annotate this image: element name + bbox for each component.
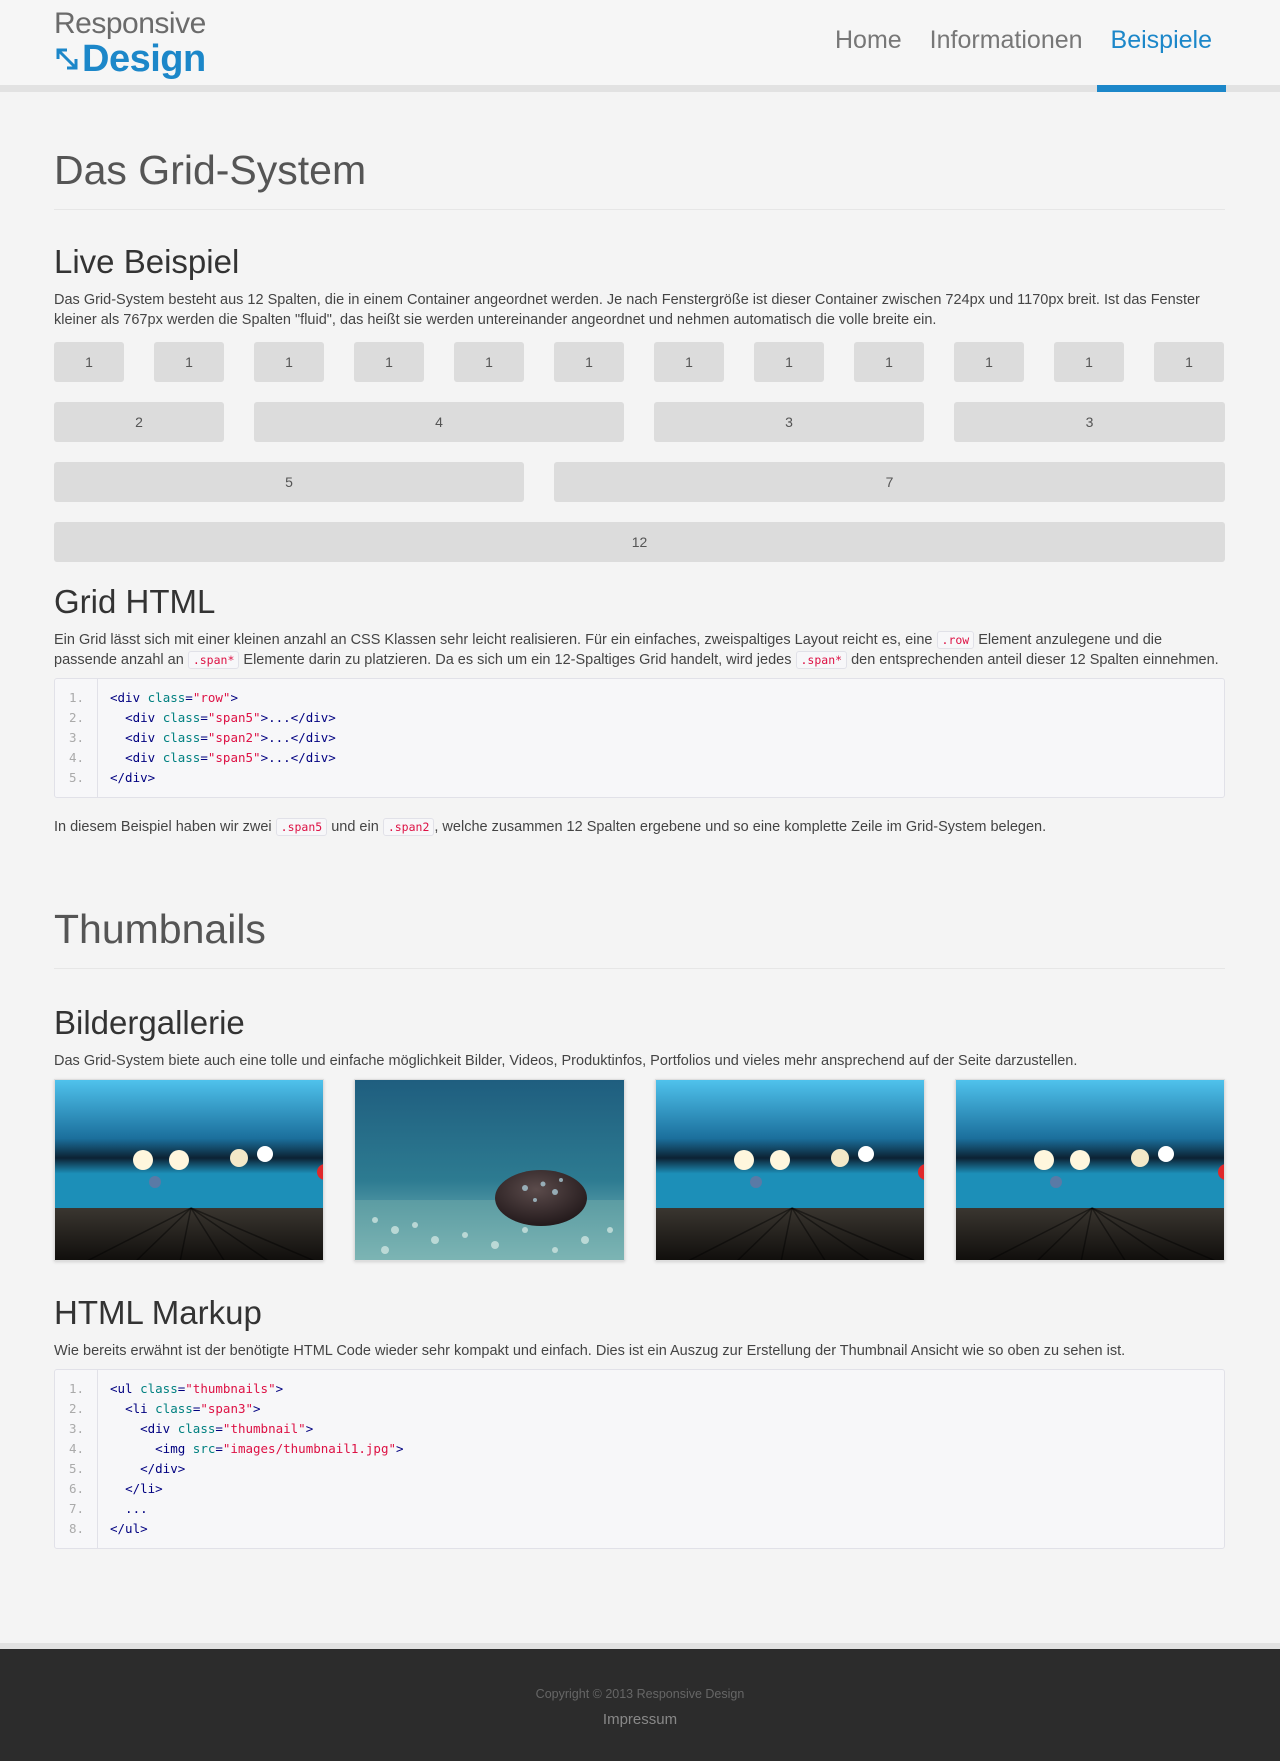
grid-cell: 1 (1154, 342, 1224, 382)
section-title-thumbnails: Thumbnails (54, 905, 1225, 970)
inline-code: .row (936, 630, 975, 649)
heading-bildergallerie: Bildergallerie (54, 1004, 245, 1041)
grid-row-2: 2 4 3 3 (54, 402, 1225, 442)
line-numbers: 1. 2. 3. 4. 5. 6. 7. 8. (55, 1369, 98, 1548)
grid-cell: 1 (854, 342, 924, 382)
gallery-description: Das Grid-System biete auch eine tolle un… (54, 1052, 1078, 1069)
grid-cell: 1 (454, 342, 524, 382)
grid-html-description: Ein Grid lässt sich mit einer kleinen an… (54, 630, 1219, 669)
inline-code: .span2 (382, 817, 435, 836)
logo-line-2: Design (82, 38, 206, 80)
thumbnails-section: Thumbnails (54, 905, 1225, 970)
grid-cell: 4 (254, 402, 624, 442)
grid-cell: 5 (54, 462, 524, 502)
grid-cell: 1 (954, 342, 1024, 382)
inline-code: .span* (187, 650, 240, 669)
code-block-thumbnails: 1. 2. 3. 4. 5. 6. 7. 8. <ul class="thumb… (54, 1368, 1225, 1549)
heading-live-beispiel: Live Beispiel (54, 243, 240, 280)
gallery-section: Bildergallerie Das Grid-System biete auc… (54, 1003, 1225, 1261)
grid-section: Das Grid-System (54, 146, 1225, 211)
main-nav: Home Informationen Beispiele (821, 0, 1227, 92)
nav-item-informationen[interactable]: Informationen (916, 0, 1097, 85)
grid-cell: 1 (554, 342, 624, 382)
site-header: Responsive Design Home Informationen Bei… (0, 0, 1280, 92)
html-markup-section: HTML Markup Wie bereits erwähnt ist der … (54, 1293, 1225, 1549)
grid-cell: 1 (54, 342, 124, 382)
grid-cell: 7 (554, 462, 1225, 502)
diagonal-resize-arrow-icon (56, 48, 78, 70)
grid-row-4: 12 (54, 522, 1225, 562)
nav-item-home[interactable]: Home (821, 0, 916, 85)
grid-html-after-text: In diesem Beispiel haben wir zwei .span5… (54, 817, 1047, 836)
grid-cell: 12 (54, 522, 1225, 562)
logo[interactable]: Responsive Design (54, 7, 206, 80)
grid-cell: 1 (754, 342, 824, 382)
grid-cell: 3 (654, 402, 924, 442)
thumbnail-gallery (54, 1078, 1225, 1261)
thumbnail-coffee-bean-image[interactable] (354, 1078, 625, 1261)
grid-html-section: Grid HTML Ein Grid lässt sich mit einer … (54, 582, 1225, 837)
grid-demo: 1 1 1 1 1 1 1 1 1 1 1 1 2 4 3 3 5 7 12 (54, 342, 1225, 582)
thumbnail-bokeh-image[interactable] (654, 1078, 925, 1261)
grid-cell: 1 (254, 342, 324, 382)
grid-cell: 1 (654, 342, 724, 382)
grid-cell: 3 (954, 402, 1225, 442)
code-block-grid: 1. 2. 3. 4. 5. <div class="row"> <div cl… (54, 677, 1225, 798)
heading-grid-html: Grid HTML (54, 583, 216, 620)
copyright-text: Copyright © 2013 Responsive Design (535, 1687, 745, 1701)
live-description: Das Grid-System besteht aus 12 Spalten, … (54, 291, 1200, 328)
grid-cell: 1 (154, 342, 224, 382)
grid-row-1: 1 1 1 1 1 1 1 1 1 1 1 1 (54, 342, 1225, 382)
site-footer: Copyright © 2013 Responsive Design Impre… (0, 1643, 1280, 1761)
live-example: Live Beispiel Das Grid-System besteht au… (54, 242, 1225, 330)
inline-code: .span5 (275, 817, 328, 836)
code-content: <div class="row"> <div class="span5">...… (110, 689, 336, 785)
thumbnail-bokeh-image[interactable] (54, 1078, 325, 1261)
inline-code: .span* (795, 650, 848, 669)
impressum-link[interactable]: Impressum (603, 1711, 677, 1728)
section-title-grid: Das Grid-System (54, 146, 1225, 211)
nav-item-beispiele[interactable]: Beispiele (1096, 0, 1227, 92)
markup-description: Wie bereits erwähnt ist der benötigte HT… (54, 1342, 1126, 1359)
grid-cell: 1 (1054, 342, 1124, 382)
grid-row-3: 5 7 (54, 462, 1225, 502)
grid-cell: 2 (54, 402, 224, 442)
logo-line-1: Responsive (54, 7, 206, 40)
grid-cell: 1 (354, 342, 424, 382)
heading-html-markup: HTML Markup (54, 1294, 262, 1331)
code-content: <ul class="thumbnails"> <li class="span3… (110, 1380, 404, 1536)
line-numbers: 1. 2. 3. 4. 5. (55, 678, 98, 797)
thumbnail-bokeh-image[interactable] (954, 1078, 1225, 1261)
